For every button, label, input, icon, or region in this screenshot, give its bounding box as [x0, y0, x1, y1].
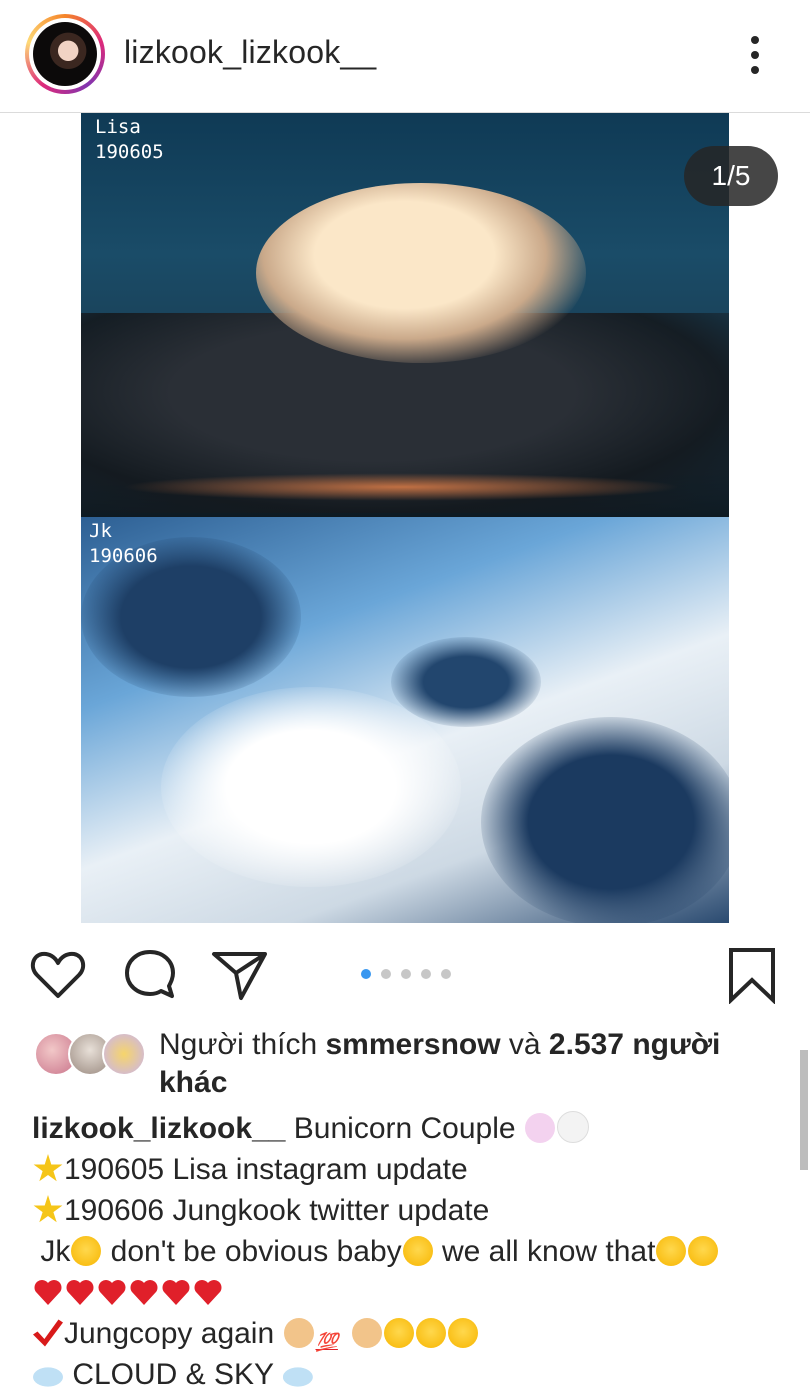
sky-photo-bottom: Jk 190606 [81, 517, 729, 923]
avatar[interactable] [25, 14, 105, 94]
paper-plane-icon[interactable] [210, 944, 270, 1004]
carousel-counter: 1/5 [684, 146, 778, 206]
action-bar [0, 930, 810, 1016]
heart-icon [193, 1277, 223, 1307]
photo-caption-bottom: Jk 190606 [89, 520, 158, 567]
caption-title: Bunicorn Couple [285, 1112, 524, 1145]
rabbit-icon [556, 1111, 589, 1143]
caption-line-lisa: 190605 Lisa instagram update [64, 1153, 468, 1186]
username-link[interactable]: lizkook_lizkook__ [124, 34, 376, 71]
hundred-icon: 💯 [315, 1332, 338, 1352]
likes-text[interactable]: Người thích smmersnow và 2.537 người khá… [159, 1026, 759, 1102]
likes-connector: và [500, 1028, 549, 1061]
caption-text: Jk [40, 1235, 71, 1268]
avatar-image [33, 22, 97, 86]
grin-sweat-icon [71, 1236, 102, 1266]
clap-icon [283, 1318, 314, 1348]
caption-line-jungkook: 190606 Jungkook twitter update [64, 1194, 490, 1227]
post-header: lizkook_lizkook__ [0, 0, 810, 113]
cloud-icon [282, 1367, 313, 1387]
caption-text: don't be obvious baby [102, 1235, 402, 1268]
heart-icon [161, 1277, 191, 1307]
avatar-border [29, 18, 101, 90]
carousel-dot-active [361, 969, 371, 979]
smirk-icon [402, 1236, 433, 1266]
more-vertical-icon[interactable] [740, 30, 770, 80]
carousel-dot [421, 969, 431, 979]
tears-of-joy-icon [656, 1236, 687, 1266]
photo-caption-top: Lisa 190605 [95, 116, 164, 163]
carousel-dot [441, 969, 451, 979]
likes-count[interactable]: 2.537 người [549, 1028, 720, 1061]
caption-text: CLOUD & SKY [64, 1358, 282, 1391]
rock-hand-icon [351, 1318, 382, 1348]
comment-icon[interactable] [120, 944, 180, 1004]
liker-avatar [102, 1032, 146, 1076]
caption-text: Jungcopy again [64, 1317, 283, 1350]
heart-icon [129, 1277, 159, 1307]
cloud-icon [33, 1367, 63, 1387]
shush-icon [383, 1318, 414, 1348]
post-caption: lizkook_lizkook__ Bunicorn Couple 190605… [32, 1108, 792, 1395]
checkmark-icon [33, 1319, 63, 1347]
wink-icon [447, 1318, 478, 1348]
scrollbar[interactable] [800, 1050, 808, 1170]
liker-username[interactable]: smmersnow [325, 1028, 500, 1061]
post-media[interactable]: Lisa 190605 Jk 190606 [81, 113, 729, 923]
heart-outline-icon[interactable] [28, 944, 88, 1004]
carousel-dot [401, 969, 411, 979]
carousel-indicator [361, 966, 461, 980]
sky-photo-top: Lisa 190605 [81, 113, 729, 517]
likes-prefix: Người thích [159, 1028, 326, 1061]
unicorn-icon [524, 1113, 555, 1143]
caption-author[interactable]: lizkook_lizkook__ [32, 1112, 285, 1145]
likes-suffix[interactable]: khác [159, 1066, 227, 1099]
wink-tongue-icon [688, 1236, 719, 1266]
bookmark-icon[interactable] [722, 944, 782, 1004]
star-icon [33, 1154, 63, 1182]
smirk-icon [415, 1318, 446, 1348]
heart-icon [33, 1277, 63, 1307]
heart-icon [97, 1277, 127, 1307]
star-icon [33, 1195, 63, 1223]
heart-icon [65, 1277, 95, 1307]
caption-text: we all know that [433, 1235, 656, 1268]
carousel-dot [381, 969, 391, 979]
